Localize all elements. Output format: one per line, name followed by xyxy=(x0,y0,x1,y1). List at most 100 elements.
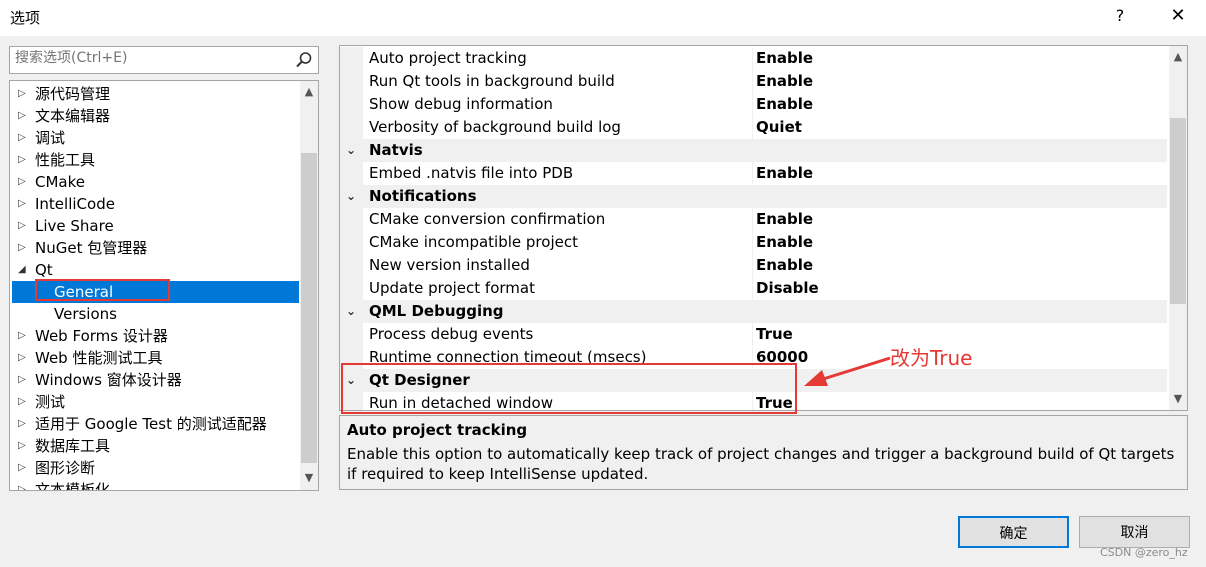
column-divider[interactable] xyxy=(752,231,753,254)
property-row[interactable]: Show debug information Enable xyxy=(340,93,1167,116)
tree-item[interactable]: Versions xyxy=(10,303,298,325)
tree-item[interactable]: ◢ Qt xyxy=(10,259,298,281)
scroll-down-icon[interactable]: ▼ xyxy=(300,469,318,487)
property-name: CMake incompatible project xyxy=(369,233,578,251)
chevron-down-icon[interactable]: ⌄ xyxy=(346,185,356,208)
search-input[interactable] xyxy=(15,50,285,66)
search-icon[interactable] xyxy=(295,51,313,69)
expanded-arrow-icon[interactable]: ◢ xyxy=(18,259,26,281)
highlight-qt-designer xyxy=(341,363,797,414)
tree-item[interactable]: ▷ 文本模板化 xyxy=(10,479,298,491)
tree-item[interactable]: ▷ 适用于 Google Test 的测试适配器 xyxy=(10,413,298,435)
tree-item-label: 文本模板化 xyxy=(35,481,111,491)
tree-item[interactable]: ▷ Windows 窗体设计器 xyxy=(10,369,298,391)
scroll-up-icon[interactable]: ▲ xyxy=(1169,48,1187,66)
description-panel: Auto project tracking Enable this option… xyxy=(339,415,1188,490)
annotation-arrow-icon xyxy=(804,356,891,386)
property-row[interactable]: New version installed Enable xyxy=(340,254,1167,277)
column-divider[interactable] xyxy=(752,323,753,346)
property-row[interactable]: CMake conversion confirmation Enable xyxy=(340,208,1167,231)
collapsed-arrow-icon[interactable]: ▷ xyxy=(18,479,26,490)
ok-button[interactable]: 确定 xyxy=(958,516,1069,548)
column-divider[interactable] xyxy=(752,208,753,231)
collapsed-arrow-icon[interactable]: ▷ xyxy=(18,369,26,391)
cancel-button[interactable]: 取消 xyxy=(1079,516,1190,548)
property-value[interactable]: True xyxy=(756,323,793,346)
property-name: Verbosity of background build log xyxy=(369,118,621,136)
row-margin xyxy=(340,277,363,300)
scroll-up-icon[interactable]: ▲ xyxy=(300,83,318,101)
property-value[interactable]: Enable xyxy=(756,162,813,185)
collapsed-arrow-icon[interactable]: ▷ xyxy=(18,127,26,149)
property-name: Auto project tracking xyxy=(369,49,527,67)
tree-item[interactable]: ▷ 数据库工具 xyxy=(10,435,298,457)
collapsed-arrow-icon[interactable]: ▷ xyxy=(18,215,26,237)
property-value[interactable]: Enable xyxy=(756,93,813,116)
category-row[interactable]: ⌄ QML Debugging xyxy=(340,300,1167,323)
property-row[interactable]: Auto project tracking Enable xyxy=(340,47,1167,70)
tree-item[interactable]: ▷ 调试 xyxy=(10,127,298,149)
category-row[interactable]: ⌄ Natvis xyxy=(340,139,1167,162)
collapsed-arrow-icon[interactable]: ▷ xyxy=(18,391,26,413)
chevron-down-icon[interactable]: ⌄ xyxy=(346,300,356,323)
tree-item[interactable]: ▷ Web Forms 设计器 xyxy=(10,325,298,347)
column-divider[interactable] xyxy=(752,47,753,70)
chevron-down-icon[interactable]: ⌄ xyxy=(346,139,356,162)
property-row[interactable]: Embed .natvis file into PDB Enable xyxy=(340,162,1167,185)
column-divider[interactable] xyxy=(752,162,753,185)
property-value[interactable]: Enable xyxy=(756,208,813,231)
category-row[interactable]: ⌄ Notifications xyxy=(340,185,1167,208)
property-value[interactable]: Quiet xyxy=(756,116,802,139)
window-title: 选项 xyxy=(10,9,41,27)
collapsed-arrow-icon[interactable]: ▷ xyxy=(18,435,26,457)
tree-item[interactable]: ▷ 图形诊断 xyxy=(10,457,298,479)
property-row[interactable]: Update project format Disable xyxy=(340,277,1167,300)
collapsed-arrow-icon[interactable]: ▷ xyxy=(18,325,26,347)
property-value[interactable]: Enable xyxy=(756,47,813,70)
scrollbar-thumb[interactable] xyxy=(301,153,317,463)
column-divider[interactable] xyxy=(752,70,753,93)
collapsed-arrow-icon[interactable]: ▷ xyxy=(18,237,26,259)
collapsed-arrow-icon[interactable]: ▷ xyxy=(18,347,26,369)
tree-item[interactable]: ▷ 测试 xyxy=(10,391,298,413)
collapsed-arrow-icon[interactable]: ▷ xyxy=(18,105,26,127)
scrollbar-thumb[interactable] xyxy=(1170,118,1186,304)
grid-scrollbar[interactable]: ▲ ▼ xyxy=(1169,46,1187,410)
property-row[interactable]: Verbosity of background build log Quiet xyxy=(340,116,1167,139)
property-value[interactable]: Enable xyxy=(756,231,813,254)
tree-item[interactable]: ▷ Web 性能测试工具 xyxy=(10,347,298,369)
property-value[interactable]: Disable xyxy=(756,277,819,300)
tree-item-label: 调试 xyxy=(35,129,66,147)
tree-item[interactable]: ▷ Live Share xyxy=(10,215,298,237)
property-name: CMake conversion confirmation xyxy=(369,210,606,228)
annotation-text: 改为True xyxy=(890,346,973,370)
collapsed-arrow-icon[interactable]: ▷ xyxy=(18,193,26,215)
close-button[interactable]: ✕ xyxy=(1166,4,1190,28)
column-divider[interactable] xyxy=(752,277,753,300)
property-name: Show debug information xyxy=(369,95,553,113)
tree-item[interactable]: ▷ 源代码管理 xyxy=(10,83,298,105)
property-row[interactable]: Run Qt tools in background build Enable xyxy=(340,70,1167,93)
help-button[interactable]: ? xyxy=(1108,4,1132,28)
column-divider[interactable] xyxy=(752,93,753,116)
category-name: QML Debugging xyxy=(369,302,504,320)
search-box[interactable] xyxy=(9,46,319,74)
property-row[interactable]: CMake incompatible project Enable xyxy=(340,231,1167,254)
collapsed-arrow-icon[interactable]: ▷ xyxy=(18,457,26,479)
collapsed-arrow-icon[interactable]: ▷ xyxy=(18,83,26,105)
column-divider[interactable] xyxy=(752,254,753,277)
property-value[interactable]: Enable xyxy=(756,70,813,93)
tree-item[interactable]: ▷ 性能工具 xyxy=(10,149,298,171)
scroll-down-icon[interactable]: ▼ xyxy=(1169,390,1187,408)
collapsed-arrow-icon[interactable]: ▷ xyxy=(18,413,26,435)
property-value[interactable]: Enable xyxy=(756,254,813,277)
tree-scrollbar[interactable]: ▲ ▼ xyxy=(300,81,318,490)
tree-item[interactable]: ▷ CMake xyxy=(10,171,298,193)
property-row[interactable]: Process debug events True xyxy=(340,323,1167,346)
tree-item[interactable]: ▷ IntelliCode xyxy=(10,193,298,215)
tree-item[interactable]: ▷ NuGet 包管理器 xyxy=(10,237,298,259)
collapsed-arrow-icon[interactable]: ▷ xyxy=(18,171,26,193)
column-divider[interactable] xyxy=(752,116,753,139)
collapsed-arrow-icon[interactable]: ▷ xyxy=(18,149,26,171)
tree-item[interactable]: ▷ 文本编辑器 xyxy=(10,105,298,127)
